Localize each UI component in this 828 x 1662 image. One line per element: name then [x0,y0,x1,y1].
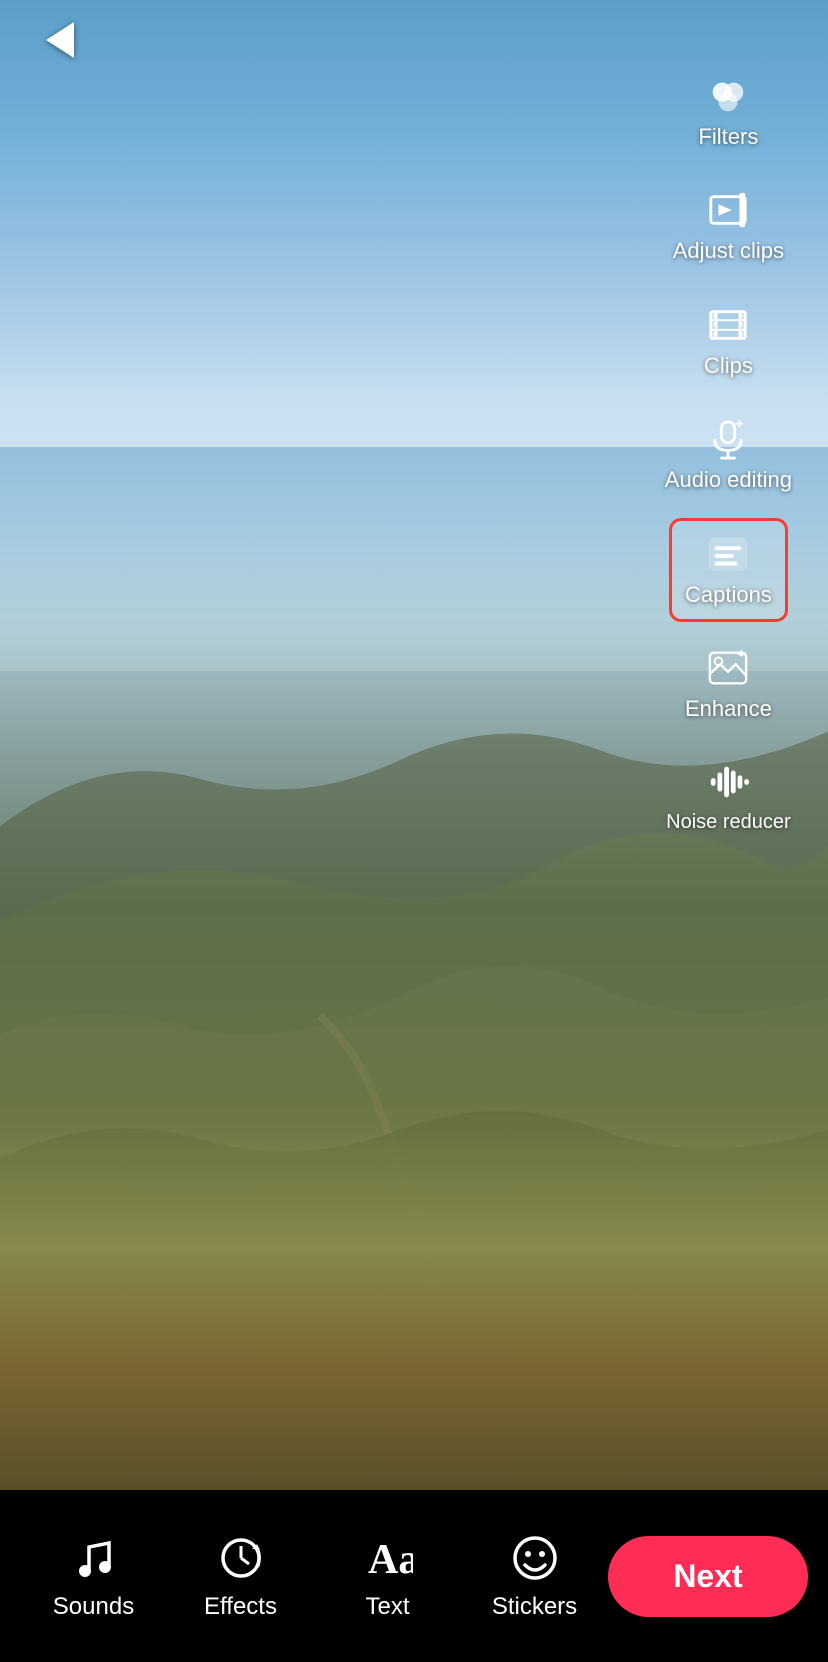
enhance-svg [707,647,749,689]
clips-label: Clips [704,353,753,379]
toolbar-item-text[interactable]: Aa Text [314,1521,461,1631]
noise-reducer-icon [706,760,750,804]
next-button[interactable]: Next [608,1536,808,1617]
effects-icon [214,1531,268,1585]
effects-label: Effects [204,1593,277,1621]
stickers-svg [510,1533,560,1583]
enhance-icon [706,646,750,690]
sidebar-item-captions[interactable]: Captions [669,518,788,622]
adjust-clips-icon [706,188,750,232]
music-note-svg [69,1533,119,1583]
sidebar-item-enhance[interactable]: Enhance [669,632,788,736]
back-button[interactable] [30,10,90,70]
sidebar-item-noise-reducer[interactable]: Noise reducer [650,746,807,848]
stickers-icon [508,1531,562,1585]
text-label: Text [365,1593,409,1621]
svg-text:Aa: Aa [368,1537,413,1583]
filters-svg [707,75,749,117]
stickers-label: Stickers [492,1593,577,1621]
adjust-clips-label: Adjust clips [673,238,784,264]
back-arrow-icon [46,22,74,58]
filters-icon [706,74,750,118]
audio-editing-label: Audio editing [665,467,792,493]
audio-editing-icon [706,417,750,461]
right-sidebar: Filters Adjust clips [649,60,808,848]
adjust-clips-svg [707,189,749,231]
captions-label: Captions [685,582,772,608]
effects-svg [216,1533,266,1583]
clips-svg [707,304,749,346]
sidebar-item-audio-editing[interactable]: Audio editing [649,403,808,507]
text-icon: Aa [361,1531,415,1585]
sounds-label: Sounds [53,1593,134,1621]
noise-reducer-svg [707,761,749,803]
filters-label: Filters [698,124,758,150]
text-svg: Aa [363,1533,413,1583]
enhance-label: Enhance [685,696,772,722]
captions-icon [706,532,750,576]
audio-editing-svg [707,418,749,460]
sidebar-item-filters[interactable]: Filters [673,60,783,164]
toolbar-item-stickers[interactable]: Stickers [461,1521,608,1631]
bottom-toolbar: Sounds Effects Aa Text [0,1490,828,1662]
sounds-icon [67,1531,121,1585]
clips-icon [706,303,750,347]
sidebar-item-clips[interactable]: Clips [673,289,783,393]
toolbar-item-effects[interactable]: Effects [167,1521,314,1631]
sidebar-item-adjust-clips[interactable]: Adjust clips [657,174,800,278]
toolbar-item-sounds[interactable]: Sounds [20,1521,167,1631]
noise-reducer-label: Noise reducer [666,810,791,834]
captions-svg [707,533,749,575]
